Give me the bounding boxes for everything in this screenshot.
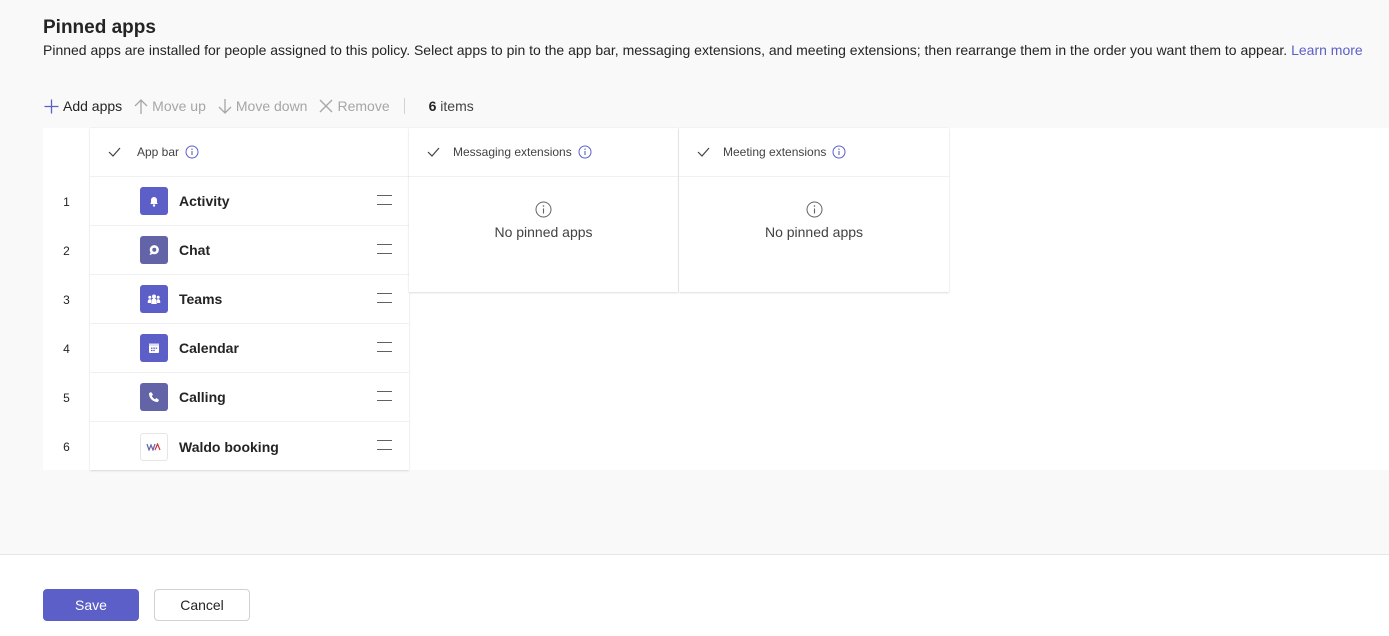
empty-state-text: No pinned apps [494,224,593,240]
people-icon [140,285,168,313]
row-number: 2 [63,243,70,258]
checkmark-icon[interactable] [697,147,710,157]
meeting-extensions-header[interactable]: Meeting extensions [679,128,949,177]
toolbar-divider [403,98,405,114]
info-icon[interactable] [578,145,592,159]
checkmark-icon[interactable] [427,147,440,157]
row-number: 6 [63,439,70,454]
empty-state: No pinned apps [679,177,949,240]
remove-label: Remove [337,98,390,114]
row-number-column: 1 2 3 4 5 6 [43,177,90,471]
add-apps-label: Add apps [63,98,123,114]
plus-icon [44,99,59,113]
toolbar: Add apps Move up Move down Remove 6 item… [43,88,474,124]
drag-handle-icon[interactable] [377,391,392,401]
app-bar-column: App bar Activity Chat Teams Calendar Cal… [90,128,409,470]
page-title: Pinned apps [43,17,156,38]
app-name: Chat [179,242,211,258]
app-bar-header[interactable]: App bar [90,128,409,177]
calendar-icon [140,334,168,362]
page-description: Pinned apps are installed for people ass… [43,42,1363,58]
save-button[interactable]: Save [43,589,139,621]
arrow-down-icon [218,98,232,114]
info-icon[interactable] [832,145,846,159]
app-row-activity[interactable]: Activity [90,177,409,226]
item-count-label: items [440,98,474,114]
chat-icon [140,236,168,264]
item-count-number: 6 [428,98,437,114]
drag-handle-icon[interactable] [377,440,392,450]
close-icon [320,99,333,113]
messaging-extensions-label: Messaging extensions [453,145,572,159]
arrow-up-icon [134,98,148,114]
learn-more-link[interactable]: Learn more [1291,42,1363,58]
drag-handle-icon[interactable] [377,244,392,254]
pinned-apps-grid: 1 2 3 4 5 6 App bar Activity Chat Teams … [43,128,1389,470]
bell-icon [140,187,168,215]
phone-icon [140,383,168,411]
empty-state-text: No pinned apps [764,224,864,240]
meeting-extensions-label: Meeting extensions [723,145,827,159]
row-number: 4 [63,341,70,356]
row-number: 3 [63,292,70,307]
meeting-extensions-column: Meeting extensions No pinned apps [679,128,949,292]
waldo-logo-icon [140,432,168,461]
info-icon [806,201,822,218]
description-text: Pinned apps are installed for people ass… [43,42,1288,58]
drag-handle-icon[interactable] [377,195,392,205]
app-row-waldo-booking[interactable]: Waldo booking [90,422,409,471]
info-icon [535,201,552,218]
app-name: Waldo booking [179,438,279,455]
app-bar-header-label: App bar [137,145,180,159]
app-name: Calling [179,389,226,405]
cancel-button[interactable]: Cancel [154,589,250,621]
info-icon[interactable] [185,145,199,159]
app-name: Teams [179,291,223,307]
item-count: 6 items [429,98,474,114]
row-number: 1 [63,194,70,209]
messaging-extensions-header[interactable]: Messaging extensions [409,128,678,177]
move-down-label: Move down [235,98,308,114]
app-row-calling[interactable]: Calling [90,373,409,422]
footer: Save Cancel [0,554,1389,636]
checkmark-icon[interactable] [108,147,121,157]
app-name: Calendar [179,340,239,356]
remove-button[interactable]: Remove [318,98,390,114]
app-row-calendar[interactable]: Calendar [90,324,409,373]
add-apps-button[interactable]: Add apps [43,98,122,115]
app-name: Activity [179,193,230,209]
messaging-extensions-column: Messaging extensions No pinned apps [409,128,678,292]
move-up-button[interactable]: Move up [133,98,206,115]
drag-handle-icon[interactable] [377,342,392,352]
drag-handle-icon[interactable] [377,293,392,303]
app-row-chat[interactable]: Chat [90,226,409,275]
row-number: 5 [63,390,70,405]
app-row-teams[interactable]: Teams [90,275,409,324]
move-down-button[interactable]: Move down [217,98,308,115]
empty-state: No pinned apps [409,177,678,240]
move-up-label: Move up [152,98,206,114]
